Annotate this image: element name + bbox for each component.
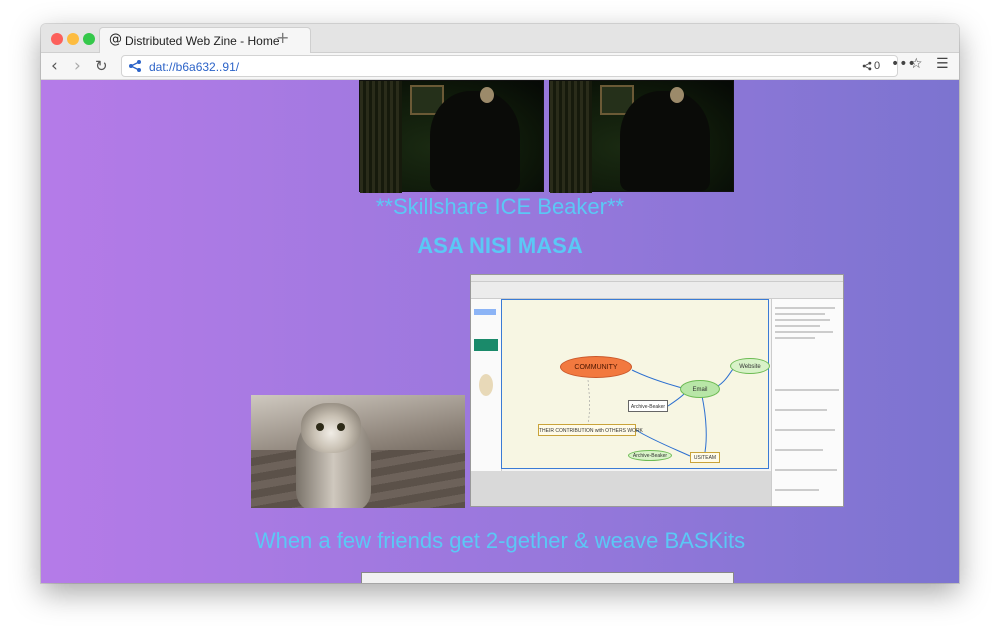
url-bar[interactable]: dat://b6a632..91/ 0 xyxy=(121,55,898,77)
url-text: dat://b6a632..91/ xyxy=(149,60,240,74)
close-window-button[interactable] xyxy=(51,33,63,45)
nav-toolbar: ‹ › ↻ dat://b6a632..91/ 0 ••• ☆ ☰ xyxy=(41,53,959,80)
reload-icon[interactable]: ↻ xyxy=(95,55,108,77)
node-their-contribution: THEIR CONTRIBUTION with OTHERS WORK xyxy=(538,424,643,436)
painting-image-right xyxy=(549,80,734,193)
browser-window: @ Distributed Web Zine - Home + ‹ › ↻ da… xyxy=(41,24,959,583)
share-network-icon[interactable] xyxy=(128,59,142,73)
back-icon[interactable]: ‹ xyxy=(51,55,58,77)
page-heading-asa-nisi-masa: ASA NISI MASA xyxy=(417,233,583,258)
node-us-team: US/TEAM xyxy=(690,452,720,463)
mindmap-canvas: COMMUNITY Email Website Archive-Beaker T… xyxy=(501,299,770,469)
forward-icon[interactable]: › xyxy=(74,55,81,77)
peers-icon[interactable] xyxy=(862,61,872,71)
page-heading-skillshare: **Skillshare ICE Beaker** xyxy=(375,194,625,219)
peer-count: 0 xyxy=(874,60,881,72)
at-icon: @ xyxy=(109,32,122,47)
bookmark-star-icon[interactable]: ☆ xyxy=(910,56,923,72)
bottom-image xyxy=(361,572,734,583)
tab-title: Distributed Web Zine - Home xyxy=(125,34,280,48)
node-archive: Archive-Beaker xyxy=(628,400,668,412)
node-email: Email xyxy=(680,380,720,398)
zoom-window-button[interactable] xyxy=(83,33,95,45)
menu-icon[interactable]: ☰ xyxy=(936,56,949,72)
painting-image-left xyxy=(359,80,544,193)
node-archive-2: Archive-Beaker xyxy=(628,450,672,461)
mindmap-screenshot-image: COMMUNITY Email Website Archive-Beaker T… xyxy=(470,274,844,507)
node-community: COMMUNITY xyxy=(560,356,632,378)
node-website: Website xyxy=(730,358,770,374)
page-content: **Skillshare ICE Beaker** ASA NISI MASA xyxy=(41,80,959,583)
cat-image xyxy=(251,395,465,508)
new-tab-button[interactable]: + xyxy=(276,28,289,47)
title-bar: @ Distributed Web Zine - Home + xyxy=(41,24,959,53)
page-caption: When a few friends get 2-gether & weave … xyxy=(254,528,746,553)
minimize-window-button[interactable] xyxy=(67,33,79,45)
